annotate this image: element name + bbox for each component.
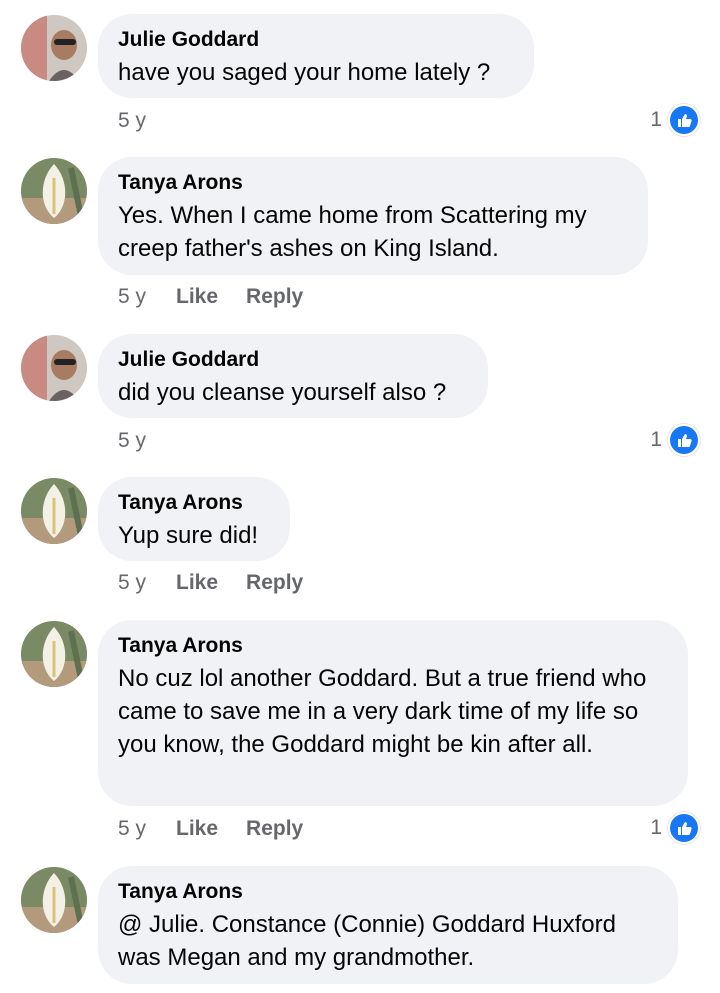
reaction-number: 1 bbox=[650, 428, 662, 451]
avatar[interactable] bbox=[21, 158, 87, 224]
timestamp[interactable]: 5 y bbox=[118, 284, 176, 310]
comment-author[interactable]: Julie Goddard bbox=[118, 27, 512, 53]
like-button[interactable]: Like bbox=[176, 816, 218, 842]
reply-button[interactable]: Reply bbox=[246, 284, 303, 310]
like-button[interactable]: Like bbox=[176, 570, 218, 596]
reply-button[interactable]: Reply bbox=[246, 816, 303, 842]
reaction-number: 1 bbox=[650, 816, 662, 839]
like-button[interactable]: Like bbox=[176, 284, 218, 310]
reaction-count[interactable]: 1 bbox=[650, 104, 700, 136]
timestamp[interactable]: 5 y bbox=[118, 428, 176, 454]
comment-author[interactable]: Julie Goddard bbox=[118, 347, 466, 373]
comment-bubble: Julie Goddard did you cleanse yourself a… bbox=[98, 334, 488, 418]
like-icon bbox=[668, 104, 700, 136]
comment-meta: 5 y bbox=[118, 428, 176, 454]
comment-bubble: Julie Goddard have you saged your home l… bbox=[98, 14, 534, 98]
comment-author[interactable]: Tanya Arons bbox=[118, 170, 626, 196]
avatar[interactable] bbox=[21, 478, 87, 544]
timestamp[interactable]: 5 y bbox=[118, 816, 176, 842]
comment-author[interactable]: Tanya Arons bbox=[118, 633, 666, 659]
avatar[interactable] bbox=[21, 621, 87, 687]
reaction-count[interactable]: 1 bbox=[650, 812, 700, 844]
timestamp[interactable]: 5 y bbox=[118, 570, 176, 596]
comment-text: Yup sure did! bbox=[118, 522, 259, 549]
comment-bubble: Tanya Arons Yup sure did! bbox=[98, 477, 290, 561]
like-icon bbox=[668, 424, 700, 456]
comment-bubble: Tanya Arons No cuz lol another Goddard. … bbox=[98, 620, 688, 806]
comment-meta: 5 y Like Reply bbox=[118, 816, 331, 842]
avatar[interactable] bbox=[21, 15, 87, 81]
comment-meta: 5 y bbox=[118, 108, 176, 134]
comment-author[interactable]: Tanya Arons bbox=[118, 879, 656, 905]
comment-text: Yes. When I came home from Scattering my… bbox=[118, 202, 587, 262]
comment-text: have you saged your home lately ? bbox=[118, 59, 491, 86]
comment-meta: 5 y Like Reply bbox=[118, 284, 331, 310]
reaction-number: 1 bbox=[650, 108, 662, 131]
avatar[interactable] bbox=[21, 867, 87, 933]
comment-text: No cuz lol another Goddard. But a true f… bbox=[118, 665, 647, 758]
comment-text: @ Julie. Constance (Connie) Goddard Huxf… bbox=[118, 911, 616, 971]
comment-author[interactable]: Tanya Arons bbox=[118, 490, 268, 516]
comment-bubble: Tanya Arons Yes. When I came home from S… bbox=[98, 157, 648, 275]
reaction-count[interactable]: 1 bbox=[650, 424, 700, 456]
comment-bubble: Tanya Arons @ Julie. Constance (Connie) … bbox=[98, 866, 678, 984]
avatar[interactable] bbox=[21, 335, 87, 401]
comment-text: did you cleanse yourself also ? bbox=[118, 379, 447, 406]
like-icon bbox=[668, 812, 700, 844]
reply-button[interactable]: Reply bbox=[246, 570, 303, 596]
comment-meta: 5 y Like Reply bbox=[118, 570, 331, 596]
timestamp[interactable]: 5 y bbox=[118, 108, 176, 134]
